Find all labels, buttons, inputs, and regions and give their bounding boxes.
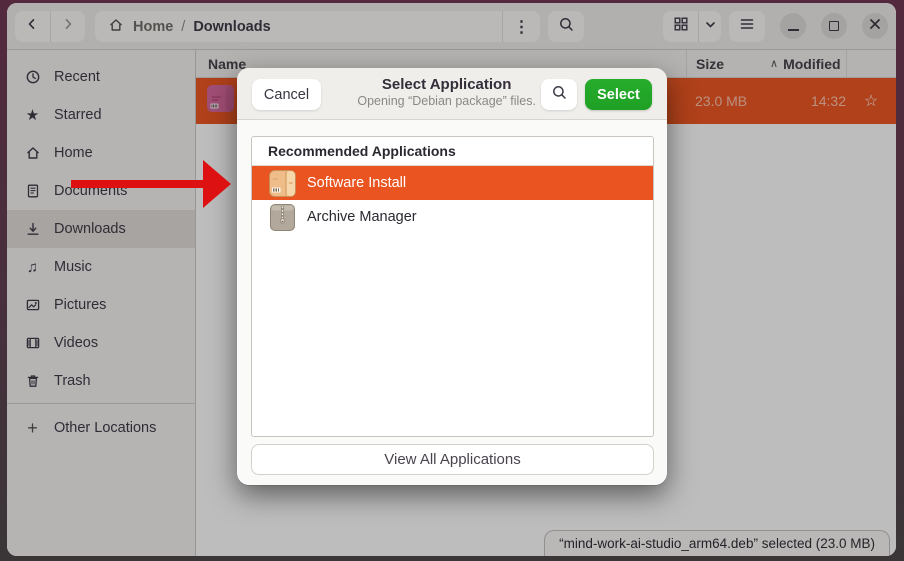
dialog-body: Recommended Applications Software Instal… [237, 120, 667, 437]
dialog-search-button[interactable] [541, 79, 577, 110]
archive-manager-icon [269, 204, 296, 231]
software-install-icon [269, 170, 296, 197]
dialog-title: Select Application [357, 76, 536, 93]
dialog-header: Cancel Select Application Opening “Debia… [237, 68, 667, 120]
app-name: Archive Manager [307, 209, 417, 225]
select-button[interactable]: Select [585, 79, 652, 110]
app-row-software-install[interactable]: Software Install [252, 166, 653, 200]
recommended-applications-header: Recommended Applications [252, 137, 653, 166]
search-icon [551, 84, 568, 105]
view-all-applications-button[interactable]: View All Applications [251, 444, 654, 475]
select-application-dialog: Cancel Select Application Opening “Debia… [237, 68, 667, 485]
application-list: Recommended Applications Software Instal… [251, 136, 654, 437]
dialog-titlebox: Select Application Opening “Debian packa… [357, 76, 536, 108]
app-name: Software Install [307, 175, 406, 191]
dialog-subtitle: Opening “Debian package” files. [357, 94, 536, 108]
cancel-button[interactable]: Cancel [252, 79, 321, 110]
app-row-archive-manager[interactable]: Archive Manager [252, 200, 653, 234]
